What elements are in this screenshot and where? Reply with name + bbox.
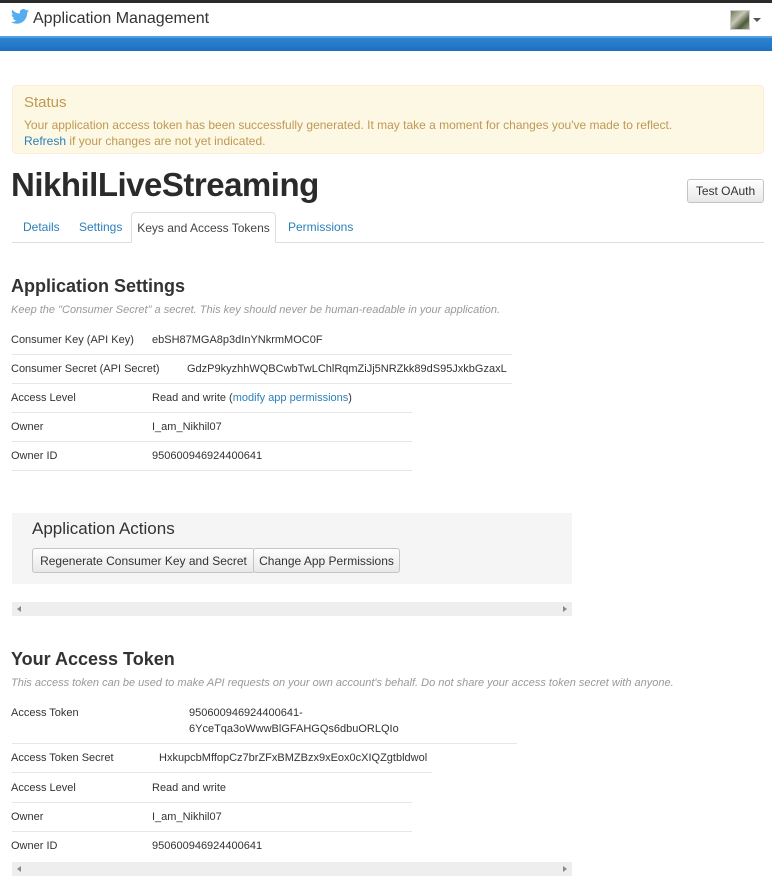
paren-close: ) (348, 392, 352, 404)
token-owner-label: Owner (11, 811, 44, 823)
owner-id-label: Owner ID (11, 450, 58, 462)
page-title: NikhilLiveStreaming (11, 166, 319, 203)
row-separator (12, 772, 432, 773)
regenerate-keys-button[interactable]: Regenerate Consumer Key and Secret (32, 548, 255, 573)
tab-settings[interactable]: Settings (79, 220, 122, 234)
tab-keys-and-access-tokens[interactable]: Keys and Access Tokens (131, 212, 276, 243)
row-separator (12, 441, 412, 442)
access-token-value-line2: 6YceTqa3oWwwBlGFAHGQs6dbuORLQIo (189, 723, 399, 735)
brand[interactable]: Application Management (11, 9, 209, 29)
token-access-level-value: Read and write (152, 782, 226, 794)
user-avatar[interactable] (730, 10, 750, 30)
test-oauth-button[interactable]: Test OAuth (687, 179, 764, 203)
consumer-key-label: Consumer Key (API Key) (11, 334, 134, 346)
row-separator (12, 743, 517, 744)
access-token-heading: Your Access Token (11, 649, 175, 669)
row-separator (12, 412, 412, 413)
tab-permissions[interactable]: Permissions (288, 220, 353, 234)
owner-id-value: 950600946924400641 (152, 450, 263, 462)
twitter-bird-icon (11, 9, 29, 29)
token-access-level-label: Access Level (11, 782, 76, 794)
top-navbar: Application Management (0, 3, 772, 37)
access-level-label: Access Level (11, 392, 76, 404)
consumer-key-value: ebSH87MGA8p3dInYNkrmMOC0F (152, 334, 323, 346)
tab-details[interactable]: Details (23, 220, 60, 234)
scroll-left-icon[interactable] (17, 606, 21, 612)
scroll-right-icon[interactable] (563, 606, 567, 612)
refresh-link[interactable]: Refresh (24, 134, 66, 148)
horizontal-scrollbar[interactable] (12, 602, 572, 616)
row-separator (12, 831, 412, 832)
application-settings-heading: Application Settings (11, 276, 186, 296)
alert-title: Status (24, 94, 67, 111)
row-separator (12, 354, 512, 355)
access-level-value: Read and write (modify app permissions) (152, 392, 352, 404)
change-app-permissions-button[interactable]: Change App Permissions (253, 548, 400, 573)
chevron-down-icon (753, 18, 761, 22)
alert-message: Your application access token has been s… (24, 118, 673, 132)
scroll-left-icon[interactable] (17, 866, 21, 872)
tabs-divider (12, 242, 764, 243)
access-token-secret-value: HxkupcbMffopCz7brZFxBMZBzx9xEox0cXIQZgtb… (159, 752, 428, 764)
consumer-secret-note: Keep the "Consumer Secret" a secret. Thi… (11, 304, 501, 316)
row-separator (12, 383, 512, 384)
application-actions-heading: Application Actions (32, 519, 175, 538)
access-token-note: This access token can be used to make AP… (11, 677, 674, 689)
modify-app-permissions-link[interactable]: modify app permissions (233, 392, 349, 404)
token-owner-value: I_am_Nikhil07 (152, 811, 222, 823)
paren-open: ( (226, 392, 233, 404)
access-token-value-line1: 950600946924400641- (189, 707, 303, 719)
header-banner (0, 36, 772, 51)
row-separator (12, 802, 412, 803)
horizontal-scrollbar[interactable] (12, 862, 572, 876)
owner-value: I_am_Nikhil07 (152, 421, 222, 433)
token-owner-id-value: 950600946924400641 (152, 840, 263, 852)
row-separator (12, 470, 412, 471)
app-management-title: Application Management (33, 10, 210, 27)
access-token-label: Access Token (11, 707, 79, 719)
refresh-suffix: if your changes are not yet indicated. (66, 134, 266, 148)
status-alert: Status Your application access token has… (12, 85, 764, 154)
application-actions-panel: Application Actions Regenerate Consumer … (12, 513, 572, 584)
access-token-secret-label: Access Token Secret (11, 752, 114, 764)
account-menu[interactable] (730, 10, 761, 30)
owner-label: Owner (11, 421, 44, 433)
consumer-secret-value: GdzP9kyzhhWQBCwbTwLChlRqmZiJj5NRZkk89dS9… (187, 363, 507, 375)
consumer-secret-label: Consumer Secret (API Secret) (11, 363, 160, 375)
alert-refresh-line: Refresh if your changes are not yet indi… (24, 134, 265, 148)
banner-highlight (0, 36, 772, 38)
scroll-right-icon[interactable] (563, 866, 567, 872)
token-owner-id-label: Owner ID (11, 840, 58, 852)
access-level-text: Read and write (152, 392, 226, 404)
